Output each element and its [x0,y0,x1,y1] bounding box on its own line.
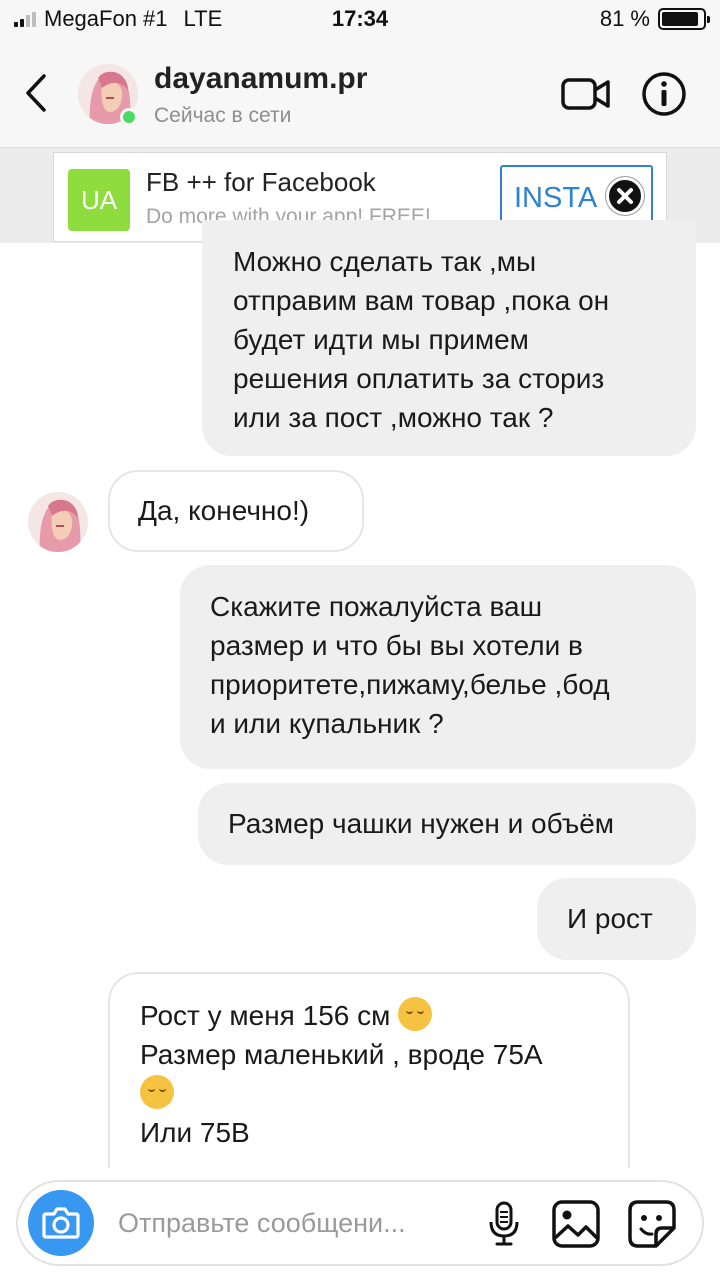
message-input[interactable]: Отправьте сообщени... [118,1208,458,1239]
online-status-dot [120,108,138,126]
camera-button[interactable] [28,1190,94,1256]
chat-username[interactable]: dayanamum.pr [154,62,367,96]
camera-icon [42,1207,80,1239]
back-arrow-icon[interactable] [18,70,58,116]
message-line: Рост у меня 156 см [140,996,598,1035]
status-right: 81 % [599,6,710,32]
message-text: Размер чашки нужен и объём [228,808,615,839]
presence-status: Сейчас в сети [154,104,292,127]
message-line [140,1074,598,1113]
message-line: Размер маленький , вроде 75А [140,1035,598,1074]
message-text: Скажите пожалуйста ваш размер и что бы в… [210,591,610,739]
message-bubble-incoming[interactable]: Рост у меня 156 см Размер маленький , вр… [108,972,630,1172]
message-text: И рост [567,903,653,934]
message-bubble-outgoing[interactable]: Можно сделать так ,мы отправим вам товар… [202,220,696,456]
microphone-icon[interactable] [484,1200,524,1248]
gallery-icon[interactable] [550,1198,602,1250]
video-call-icon[interactable] [560,72,612,116]
message-bubble-outgoing[interactable]: И рост [537,878,696,960]
battery-percent: 81 % [599,6,650,31]
info-icon[interactable] [640,70,688,118]
status-bar: MegaFon #1 LTE 17:34 81 % [0,0,720,40]
message-composer: Отправьте сообщени... [16,1180,704,1266]
message-text: Размер маленький , вроде 75А [140,1039,543,1070]
close-icon[interactable] [606,177,644,215]
message-line: Или 75В [140,1113,598,1152]
ad-app-logo: UA [68,169,130,231]
avatar[interactable] [28,492,88,552]
message-text: Рост у меня 156 см [140,1000,391,1031]
message-text: Да, конечно!) [138,495,310,526]
battery-icon [658,8,710,30]
smiling-face-icon [398,997,433,1031]
message-bubble-outgoing[interactable]: Размер чашки нужен и объём [198,783,696,865]
message-bubble-outgoing[interactable]: Скажите пожалуйста ваш размер и что бы в… [180,565,696,769]
thinking-face-icon [140,1075,174,1109]
chat-header: dayanamum.pr Сейчас в сети [0,40,720,148]
message-text: Или 75В [140,1117,250,1148]
sticker-icon[interactable] [626,1198,678,1250]
message-bubble-incoming[interactable]: Да, конечно!) [108,470,364,552]
ad-title: FB ++ for Facebook [146,167,376,197]
message-text: Можно сделать так ,мы отправим вам товар… [233,246,610,433]
